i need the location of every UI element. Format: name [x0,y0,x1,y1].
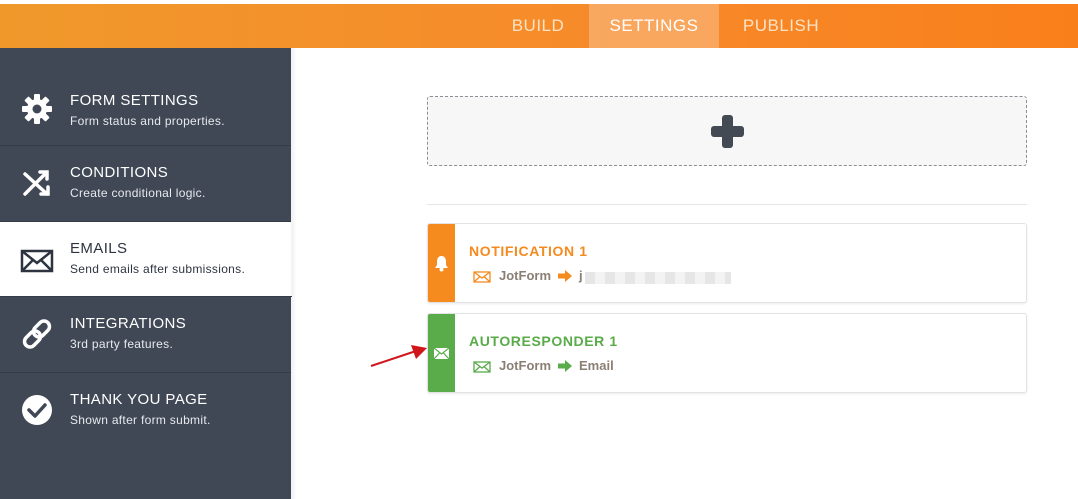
sidebar-item-title: EMAILS [70,240,128,257]
envelope-icon [434,348,449,359]
plus-icon [711,115,744,148]
email-from: JotForm [499,268,551,283]
bell-icon [435,256,448,272]
sidebar-item-subtitle: Create conditional logic. [70,186,206,200]
email-to: j [579,268,583,283]
sidebar-item-subtitle: 3rd party features. [70,337,174,351]
sidebar-item-subtitle: Send emails after submissions. [70,262,246,276]
sender-envelope-icon [473,361,491,373]
sidebar-item-title: THANK YOU PAGE [70,391,208,408]
divider [427,204,1027,205]
card-type-bar [428,314,455,392]
email-card-notification[interactable]: NOTIFICATION 1 JotForm j [427,223,1027,303]
top-navigation-bar: BUILD SETTINGS PUBLISH [0,4,1078,48]
sidebar-item-title: CONDITIONS [70,164,169,181]
sidebar-item-form-settings[interactable]: FORM SETTINGS Form status and properties… [0,48,291,146]
conditions-icon [23,170,50,196]
card-type-bar [428,224,455,302]
annotation-arrow-icon [370,345,427,367]
sidebar-item-subtitle: Shown after form submit. [70,413,211,427]
tab-build[interactable]: BUILD [490,4,586,48]
link-icon [22,319,52,349]
email-card-title: NOTIFICATION 1 [469,243,588,259]
redacted-recipient [585,272,731,284]
sidebar-item-conditions[interactable]: CONDITIONS Create conditional logic. [0,146,291,222]
arrow-right-icon [558,360,572,372]
sender-envelope-icon [473,271,491,283]
settings-sidebar: FORM SETTINGS Form status and properties… [0,48,292,499]
sidebar-item-emails[interactable]: EMAILS Send emails after submissions. [0,222,292,297]
email-card-autoresponder[interactable]: AUTORESPONDER 1 JotForm Email [427,313,1027,393]
sidebar-item-thank-you-page[interactable]: THANK YOU PAGE Shown after form submit. [0,373,291,448]
email-from: JotForm [499,358,551,373]
tab-settings[interactable]: SETTINGS [589,4,719,48]
sidebar-item-title: FORM SETTINGS [70,92,199,109]
sidebar-item-integrations[interactable]: INTEGRATIONS 3rd party features. [0,297,291,373]
add-email-button[interactable] [427,96,1027,166]
gear-icon [22,94,52,124]
arrow-right-icon [558,270,572,282]
sidebar-item-title: INTEGRATIONS [70,315,187,332]
sidebar-item-subtitle: Form status and properties. [70,114,225,128]
envelope-icon [20,249,54,273]
tab-publish[interactable]: PUBLISH [722,4,840,48]
email-card-title: AUTORESPONDER 1 [469,333,618,349]
check-circle-icon [22,395,52,425]
sidebar-shadow [291,48,297,499]
email-to: Email [579,358,614,373]
